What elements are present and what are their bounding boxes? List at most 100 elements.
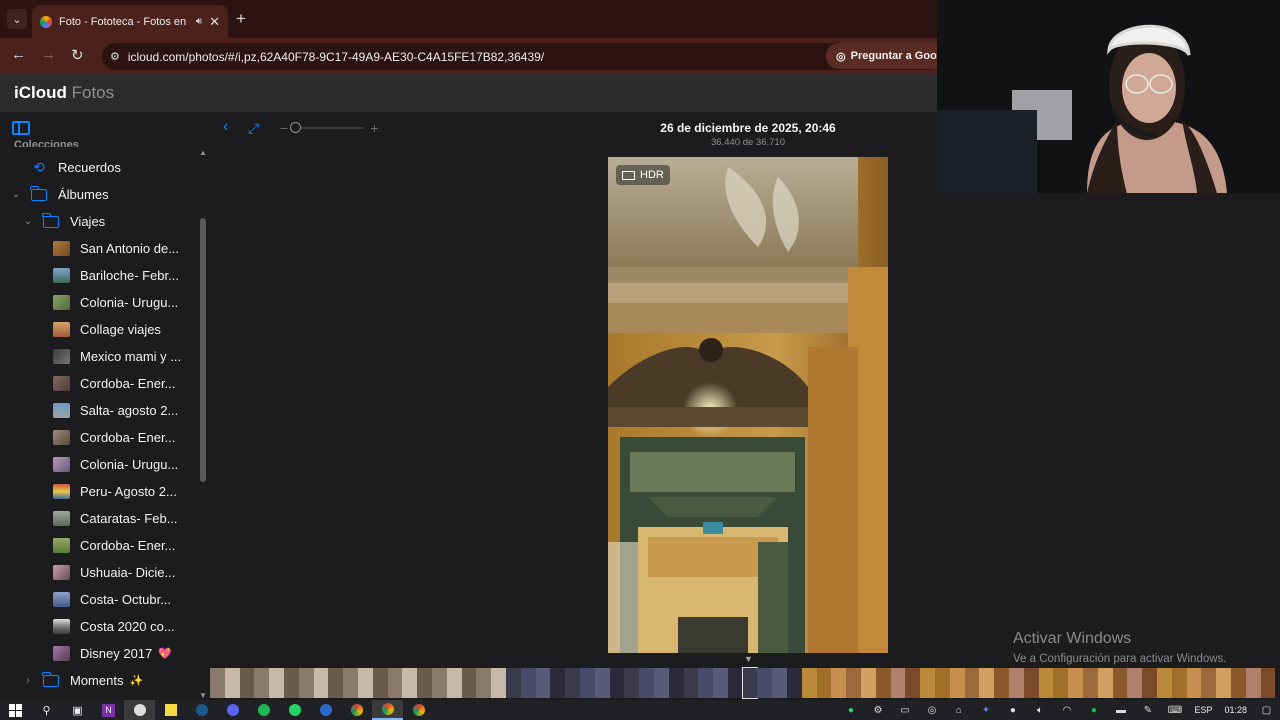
filmstrip-thumbnail[interactable] bbox=[964, 668, 980, 698]
back-arrow-icon[interactable]: ← bbox=[11, 46, 26, 63]
filmstrip-thumbnail[interactable] bbox=[565, 668, 580, 698]
filmstrip-thumbnail[interactable] bbox=[254, 668, 270, 698]
sidebar-item-album[interactable]: Costa 2020 co... bbox=[0, 613, 198, 640]
sidebar-item-album[interactable]: Collage viajes bbox=[0, 316, 198, 343]
sidebar-item-album[interactable]: Costa- Octubr... bbox=[0, 586, 198, 613]
filmstrip-thumbnail[interactable] bbox=[772, 668, 788, 698]
whatsapp-icon[interactable] bbox=[279, 700, 310, 720]
filmstrip-thumbnail[interactable] bbox=[949, 668, 965, 698]
spotify-icon[interactable] bbox=[248, 700, 279, 720]
filmstrip-thumbnail[interactable] bbox=[1083, 668, 1098, 698]
filmstrip-thumbnail[interactable] bbox=[609, 668, 625, 698]
scroll-up-icon[interactable]: ▲ bbox=[199, 148, 207, 157]
filmstrip-thumbnail[interactable] bbox=[269, 668, 284, 698]
zoom-slider-knob[interactable] bbox=[290, 122, 302, 133]
filmstrip-thumbnail[interactable] bbox=[461, 668, 477, 698]
task-view-icon[interactable]: ▣ bbox=[62, 700, 93, 720]
wifi-tray-icon[interactable]: ◠ bbox=[1053, 705, 1080, 716]
sidebar-item-album[interactable]: Cordoba- Ener... bbox=[0, 424, 198, 451]
speaker-icon[interactable]: 🔊︎ bbox=[196, 16, 202, 27]
notifications-icon[interactable]: ▢ bbox=[1253, 705, 1280, 716]
new-tab-plus-icon[interactable]: + bbox=[236, 9, 246, 29]
settings-tray-icon[interactable]: ⚙︎ bbox=[864, 705, 891, 716]
filmstrip-thumbnail[interactable] bbox=[1260, 668, 1276, 698]
scroll-down-icon[interactable]: ▼ bbox=[199, 691, 207, 700]
filmstrip-thumbnail[interactable] bbox=[979, 668, 995, 698]
sidebar-scrollbar[interactable]: ▲ ▼ bbox=[199, 148, 208, 700]
filmstrip-thumbnail[interactable] bbox=[520, 668, 536, 698]
filmstrip-thumbnail[interactable] bbox=[787, 668, 802, 698]
filmstrip-thumbnail[interactable] bbox=[1230, 668, 1246, 698]
forward-arrow-icon[interactable]: → bbox=[41, 46, 56, 63]
scrollbar-thumb[interactable] bbox=[200, 218, 206, 482]
pen-tray-icon[interactable]: ✎ bbox=[1134, 705, 1161, 716]
sidebar-item-album[interactable]: Disney 2017 💖 bbox=[0, 640, 198, 667]
sidebar-item-album[interactable]: Ushuaia- Dicie... bbox=[0, 559, 198, 586]
sidebar-item-albumes[interactable]: ⌄ Álbumes bbox=[0, 181, 198, 208]
filmstrip-thumbnail[interactable] bbox=[1053, 668, 1069, 698]
filmstrip-thumbnail[interactable] bbox=[446, 668, 462, 698]
expand-icon[interactable]: ⤢ bbox=[248, 120, 259, 137]
windows-start-icon[interactable] bbox=[0, 700, 31, 720]
filmstrip-thumbnail[interactable] bbox=[1171, 668, 1187, 698]
filmstrip-thumbnail[interactable] bbox=[357, 668, 373, 698]
filmstrip-thumbnail[interactable] bbox=[372, 668, 388, 698]
filmstrip-thumbnail[interactable] bbox=[1112, 668, 1128, 698]
filmstrip-thumbnail[interactable] bbox=[846, 668, 862, 698]
close-tab-icon[interactable]: ✕ bbox=[209, 14, 220, 30]
whatsapp-tray-icon[interactable]: ● bbox=[837, 705, 864, 716]
filmstrip-thumbnail[interactable] bbox=[994, 668, 1010, 698]
keyboard-tray-icon[interactable]: ⌨︎ bbox=[1161, 705, 1188, 716]
filmstrip-thumbnail[interactable] bbox=[343, 668, 358, 698]
sidebar-item-album[interactable]: Cordoba- Ener... bbox=[0, 532, 198, 559]
filmstrip-thumbnail[interactable] bbox=[920, 668, 936, 698]
filmstrip-thumbnail[interactable] bbox=[1097, 668, 1113, 698]
sidebar-item-viajes[interactable]: ⌄ Viajes bbox=[0, 208, 198, 235]
reload-icon[interactable]: ↻ bbox=[71, 46, 84, 64]
filmstrip-thumbnail[interactable] bbox=[1038, 668, 1054, 698]
filmstrip-thumbnail[interactable] bbox=[653, 668, 669, 698]
filmstrip-thumbnail[interactable] bbox=[801, 668, 817, 698]
sidebar-item-album[interactable]: Cataratas- Feb... bbox=[0, 505, 198, 532]
discord-icon[interactable] bbox=[217, 700, 248, 720]
microphone-tray-icon[interactable]: ● bbox=[999, 705, 1026, 716]
sidebar-item-album[interactable]: San Antonio de... bbox=[0, 235, 198, 262]
filmstrip-thumbnail[interactable] bbox=[875, 668, 891, 698]
sidebar-item-album[interactable]: Salta- agosto 2... bbox=[0, 397, 198, 424]
filmstrip-thumbnail[interactable] bbox=[683, 668, 699, 698]
filmstrip-thumbnail[interactable] bbox=[1142, 668, 1157, 698]
ask-google-button[interactable]: ◎ Preguntar a Goog bbox=[826, 43, 954, 69]
chevron-down-icon[interactable]: ⌄ bbox=[20, 216, 36, 227]
sidebar-item-moments[interactable]: › Moments ✨ bbox=[0, 667, 198, 694]
filmstrip-thumbnail[interactable] bbox=[491, 668, 506, 698]
filmstrip-thumbnail[interactable] bbox=[417, 668, 432, 698]
sidebar-item-album[interactable]: Cordoba- Ener... bbox=[0, 370, 198, 397]
filmstrip-thumbnail[interactable] bbox=[1186, 668, 1202, 698]
filmstrip-thumbnail[interactable] bbox=[861, 668, 876, 698]
filmstrip-thumbnail[interactable] bbox=[239, 668, 255, 698]
filmstrip-thumbnail[interactable] bbox=[890, 668, 906, 698]
chrome-profile-icon[interactable] bbox=[403, 700, 434, 720]
filmstrip-thumbnail[interactable] bbox=[402, 668, 418, 698]
address-bar[interactable]: ⚙︎ icloud.com/photos/#/i,pz,62A40F78-9C1… bbox=[102, 43, 942, 70]
sidebar-item-album[interactable]: Mexico mami y ... bbox=[0, 343, 198, 370]
back-chevron-icon[interactable]: ‹ bbox=[223, 118, 228, 136]
spotify-tray-icon[interactable]: ● bbox=[1080, 705, 1107, 716]
search-icon[interactable]: ⚲ bbox=[31, 700, 62, 720]
steam-tray-icon[interactable]: ◎ bbox=[918, 705, 945, 716]
sidebar-toggle-icon[interactable] bbox=[12, 121, 30, 135]
sidebar-item-album[interactable]: Peru- Agosto 2... bbox=[0, 478, 198, 505]
sticky-notes-icon[interactable] bbox=[155, 700, 186, 720]
usb-tray-icon[interactable]: ⌂ bbox=[945, 705, 972, 716]
filmstrip-thumbnail[interactable] bbox=[698, 668, 714, 698]
bluetooth-tray-icon[interactable]: ✦ bbox=[972, 705, 999, 716]
language-indicator[interactable]: ESP bbox=[1188, 705, 1218, 715]
sidebar-item-recuerdos[interactable]: ⟲ Recuerdos bbox=[0, 154, 198, 181]
filmstrip-thumbnail[interactable] bbox=[505, 668, 521, 698]
filmstrip-thumbnail[interactable] bbox=[550, 668, 566, 698]
sidebar-item-album[interactable]: Colonia- Urugu... bbox=[0, 289, 198, 316]
chevron-down-icon[interactable]: ⌄ bbox=[8, 189, 24, 200]
main-photo[interactable]: HDR bbox=[608, 157, 888, 653]
filmstrip-thumbnail[interactable] bbox=[1023, 668, 1039, 698]
filmstrip-thumbnail[interactable] bbox=[1127, 668, 1143, 698]
